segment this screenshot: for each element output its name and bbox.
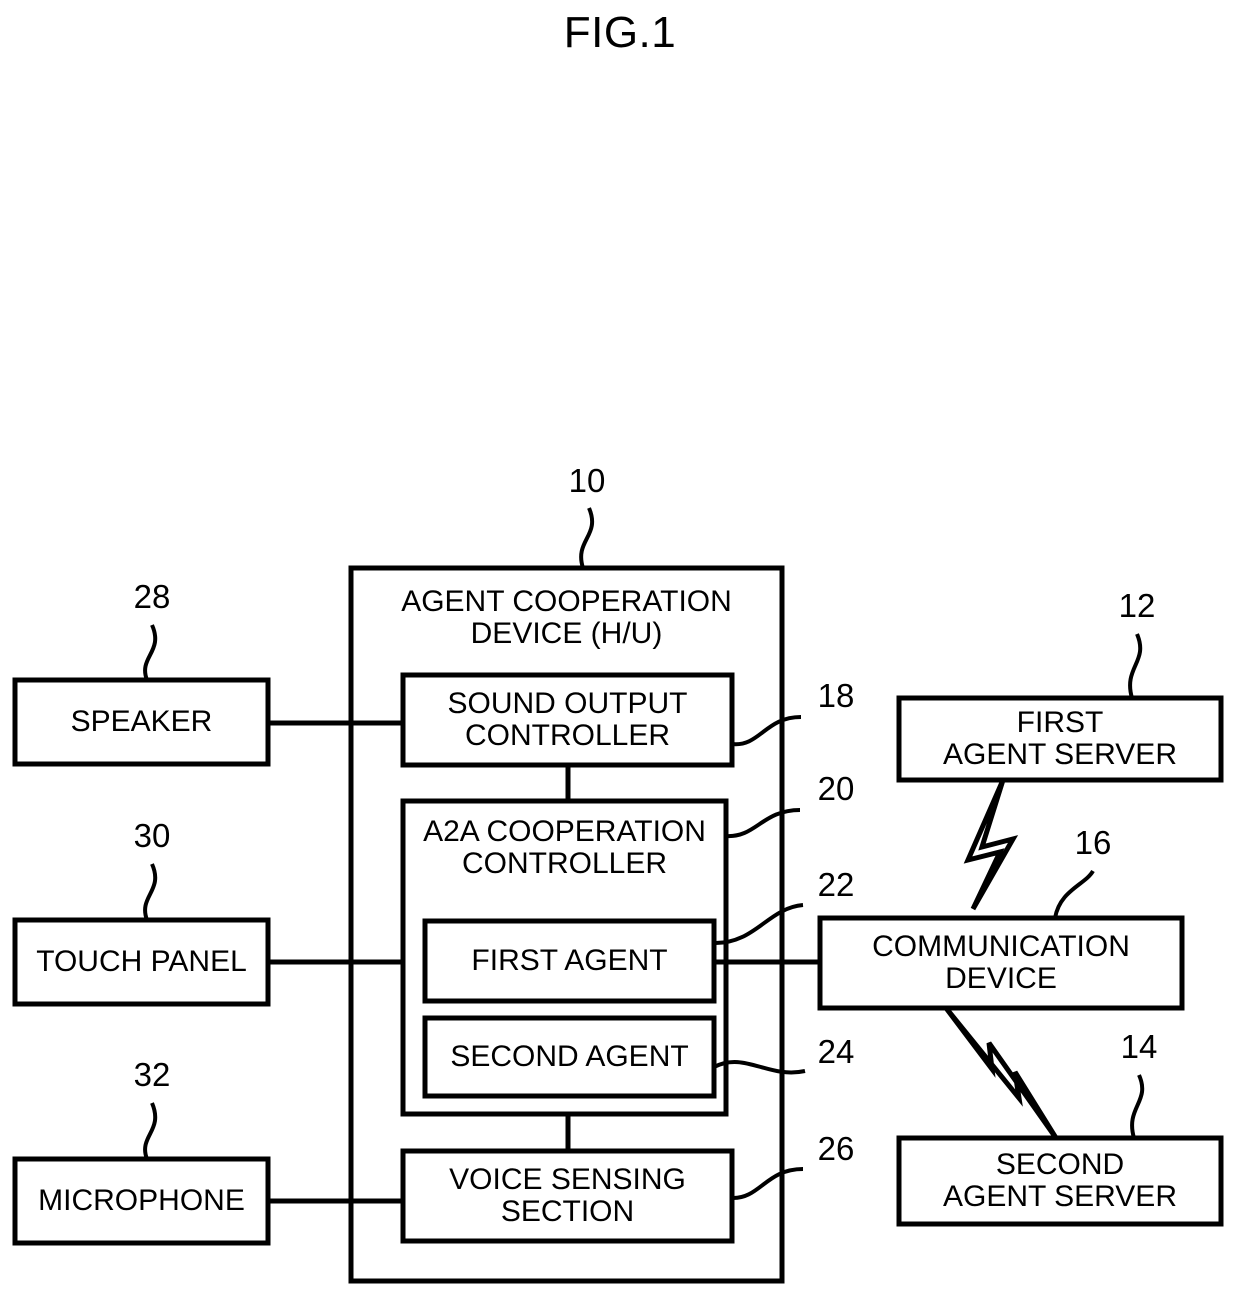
leader-line-30 [143, 863, 158, 921]
communication-device-box [817, 915, 1185, 1011]
first-agent-server-box [896, 695, 1224, 783]
ref-numeral-18: 18 [817, 677, 855, 714]
leader-line-10 [579, 507, 595, 569]
second-agent-box [422, 1015, 717, 1099]
wireless-bolt-first-server [963, 778, 1019, 911]
ref-numeral-26: 26 [817, 1130, 855, 1167]
ref-numeral-24: 24 [817, 1033, 855, 1070]
leader-line-14 [1130, 1074, 1145, 1139]
ref-numeral-10: 10 [568, 462, 606, 499]
ref-numeral-28: 28 [133, 578, 171, 615]
ref-numeral-12: 12 [1118, 587, 1156, 624]
ref-numeral-22: 22 [817, 866, 855, 903]
voice-sensing-section-box [400, 1148, 735, 1244]
wireless-bolt-second-server [944, 1006, 1059, 1140]
touch-panel-box [12, 917, 271, 1007]
ref-numeral-32: 32 [133, 1056, 171, 1093]
speaker-box [12, 677, 271, 767]
ref-numeral-14: 14 [1120, 1028, 1158, 1065]
second-agent-server-box [896, 1135, 1224, 1227]
leader-line-12 [1128, 633, 1143, 699]
leader-line-16 [1053, 869, 1095, 919]
microphone-box [12, 1156, 271, 1246]
ref-numeral-16: 16 [1074, 824, 1112, 861]
leader-line-32 [143, 1102, 158, 1160]
leader-line-28 [143, 624, 158, 681]
sound-output-controller-box [400, 672, 735, 768]
ref-numeral-30: 30 [133, 817, 171, 854]
figure-canvas: FIG.1 AGENT COOPERATION DEVICE (H/U) SOU… [0, 0, 1240, 1295]
ref-numeral-20: 20 [817, 770, 855, 807]
first-agent-box [422, 918, 717, 1004]
figure-drawing [12, 507, 1224, 1284]
